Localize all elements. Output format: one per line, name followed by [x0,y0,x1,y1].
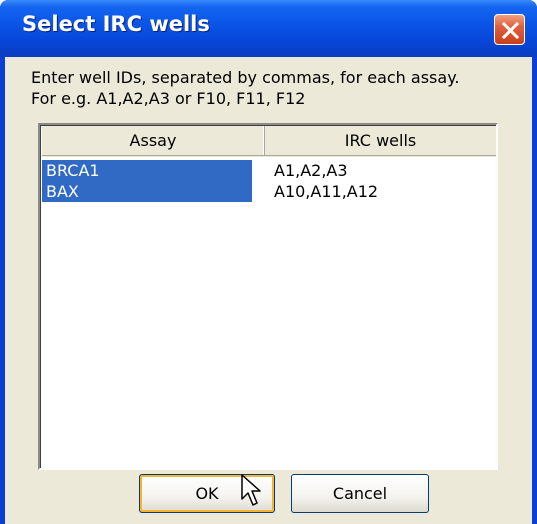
irc-wells-cell[interactable]: A10,A11,A12 [271,181,496,202]
cancel-button[interactable]: Cancel [291,474,429,513]
table-row[interactable]: BAX A10,A11,A12 [42,181,496,202]
column-header-irc-wells[interactable]: IRC wells [265,126,496,156]
instructions-text: Enter well IDs, separated by commas, for… [31,67,459,109]
irc-wells-cell[interactable]: A1,A2,A3 [271,160,496,181]
assay-cell[interactable]: BAX [42,181,252,202]
table-row[interactable]: BRCA1 A1,A2,A3 [42,160,496,181]
assay-cell[interactable]: BRCA1 [42,160,252,181]
mouse-pointer-icon [241,474,261,506]
column-header-assay[interactable]: Assay [42,126,265,156]
title-bar[interactable]: Select IRC wells [0,0,537,57]
close-button[interactable] [494,14,525,45]
instructions-line-1: Enter well IDs, separated by commas, for… [31,68,460,87]
close-icon [501,21,520,40]
select-irc-wells-dialog: Select IRC wells Enter well IDs, separat… [0,0,537,524]
dialog-title: Select IRC wells [22,12,210,36]
instructions-line-2: For e.g. A1,A2,A3 or F10, F11, F12 [31,89,306,108]
irc-wells-listview[interactable]: Assay IRC wells BRCA1 A1,A2,A3 BAX A10,A… [38,123,498,470]
listview-header: Assay IRC wells [42,126,496,157]
